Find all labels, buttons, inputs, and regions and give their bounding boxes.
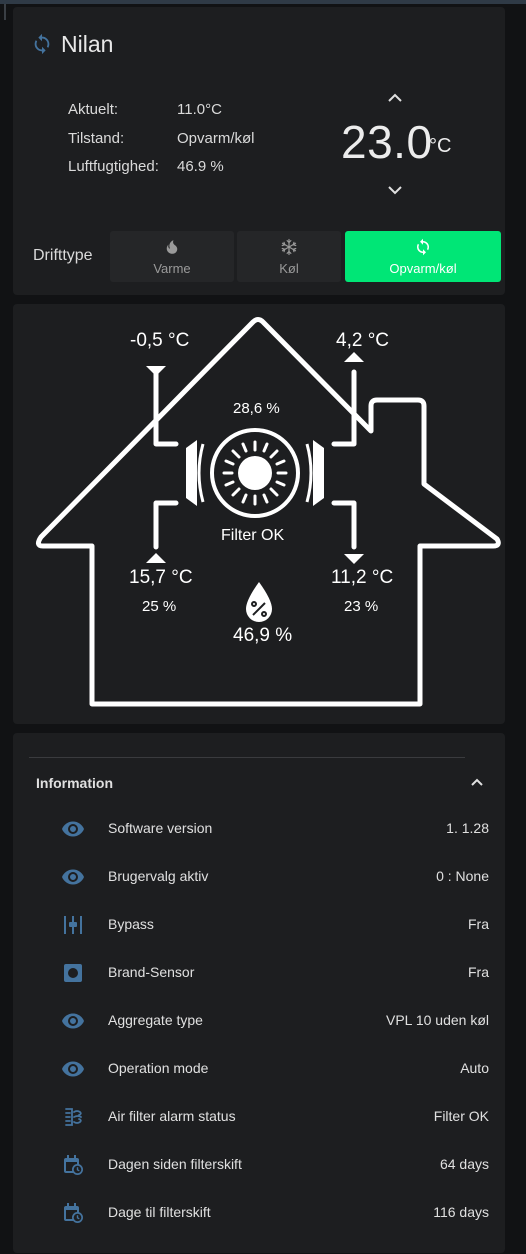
mode-cool-button[interactable]: Køl — [237, 231, 341, 282]
info-title[interactable]: Information — [36, 775, 113, 791]
attr-humidity-label: Luftfugtighed: — [68, 158, 159, 175]
exchanger-right — [313, 440, 324, 506]
attr-state-value: Opvarm/køl — [177, 130, 255, 147]
info-row-air-filter-alarm[interactable]: Air filter alarm status Filter OK — [13, 1093, 505, 1141]
info-row-name: Aggregate type — [108, 1012, 203, 1028]
ventilation-diagram-card: -0,5 °C 4,2 °C 28,6 % Filter OK 15,7 °C … — [13, 304, 505, 724]
air-filter-icon — [65, 1108, 82, 1126]
fan-speed: 28,6 % — [233, 400, 280, 417]
info-row-value: Fra — [468, 964, 489, 980]
info-row-value: VPL 10 uden køl — [386, 1012, 489, 1028]
marker-supply — [344, 352, 364, 362]
target-temperature: 23.0 °C — [341, 115, 481, 175]
divider — [29, 757, 465, 758]
info-row-value: 116 days — [433, 1204, 489, 1220]
thermostat-card: Nilan Aktuelt: 11.0°C Tilstand: Opvarm/k… — [13, 7, 505, 295]
eye-icon — [62, 821, 84, 837]
filter-status: Filter OK — [221, 527, 285, 544]
valve-icon — [64, 916, 82, 934]
eye-icon — [62, 1013, 84, 1029]
marker-outdoor — [146, 366, 166, 376]
target-temperature-unit: °C — [429, 135, 452, 157]
supply-temp: 4,2 °C — [336, 330, 390, 351]
info-row-days-to-filter[interactable]: Dage til filterskift 116 days — [13, 1189, 505, 1237]
mode-cool-label: Køl — [279, 261, 299, 276]
info-row-value: 64 days — [439, 1156, 489, 1172]
info-row-fire-sensor[interactable]: Brand-Sensor Fra — [13, 949, 505, 997]
info-row-name: Dage til filterskift — [108, 1204, 211, 1220]
mode-label: Drifttype — [33, 247, 93, 264]
mode-heat-label: Varme — [153, 261, 191, 276]
house-diagram — [35, 317, 501, 707]
info-row-bypass[interactable]: Bypass Fra — [13, 901, 505, 949]
info-row-name: Brugervalg aktiv — [108, 868, 209, 884]
target-temperature-value: 23.0 — [341, 116, 433, 168]
attr-humidity-value: 46.9 % — [177, 158, 224, 175]
extract-temp: 15,7 °C — [129, 567, 193, 588]
calendar-clock-icon — [64, 1155, 83, 1175]
marker-exhaust — [344, 554, 364, 564]
temp-down-button[interactable] — [385, 183, 405, 197]
exchanger-left — [186, 440, 197, 506]
sync-icon — [417, 238, 429, 256]
outdoor-temp: -0,5 °C — [130, 330, 190, 351]
mode-heat-button[interactable]: Varme — [110, 231, 234, 282]
info-row-value: Fra — [468, 916, 489, 932]
info-row-name: Bypass — [108, 916, 154, 932]
attr-current-value: 11.0°C — [177, 101, 222, 118]
info-row-name: Software version — [108, 820, 213, 836]
sync-icon — [34, 33, 50, 55]
info-row-days-since-filter[interactable]: Dagen siden filterskift 64 days — [13, 1141, 505, 1189]
extract-humidity: 25 % — [142, 598, 177, 615]
eye-icon — [62, 1061, 84, 1077]
temp-up-button[interactable] — [385, 91, 405, 105]
info-row-value: Filter OK — [433, 1108, 489, 1124]
top-bar-tick — [4, 4, 6, 20]
info-row-name: Brand-Sensor — [108, 964, 195, 980]
attr-current-label: Aktuelt: — [68, 101, 119, 118]
top-bar — [0, 0, 526, 4]
information-card: Information Software version 1. 1.28 Bru… — [13, 733, 505, 1253]
collapse-chevron-icon[interactable] — [470, 777, 484, 787]
calendar-clock-icon — [64, 1203, 83, 1223]
marker-extract — [146, 553, 166, 563]
mode-heat-cool-label: Opvarm/køl — [389, 261, 457, 276]
duct-bottom-right — [331, 500, 357, 550]
info-row-aggregate-type[interactable]: Aggregate type VPL 10 uden køl — [13, 997, 505, 1045]
info-row-name: Operation mode — [108, 1060, 209, 1076]
sun-icon — [222, 440, 288, 506]
info-row-user-choice[interactable]: Brugervalg aktiv 0 : None — [13, 853, 505, 901]
exhaust-temp: 11,2 °C — [331, 567, 394, 588]
info-row-software-version[interactable]: Software version 1. 1.28 — [13, 805, 505, 853]
info-row-value: 0 : None — [436, 868, 489, 884]
mode-heat-cool-button[interactable]: Opvarm/køl — [345, 231, 501, 282]
info-row-operation-mode[interactable]: Operation mode Auto — [13, 1045, 505, 1093]
sensor-icon — [64, 964, 82, 982]
info-row-name: Air filter alarm status — [108, 1108, 236, 1124]
attr-state-label: Tilstand: — [68, 130, 125, 147]
eye-icon — [62, 869, 84, 885]
exhaust-humidity: 23 % — [344, 598, 379, 615]
humidity-value: 46,9 % — [233, 625, 293, 646]
water-percent-icon — [246, 582, 272, 622]
thermostat-header: Nilan — [31, 29, 113, 59]
info-row-name: Dagen siden filterskift — [108, 1156, 242, 1172]
fire-icon — [166, 240, 178, 254]
snowflake-icon — [281, 238, 297, 256]
info-row-value: Auto — [460, 1060, 489, 1076]
device-title[interactable]: Nilan — [61, 31, 113, 58]
duct-bottom-left — [153, 500, 179, 550]
info-row-value: 1. 1.28 — [446, 820, 489, 836]
